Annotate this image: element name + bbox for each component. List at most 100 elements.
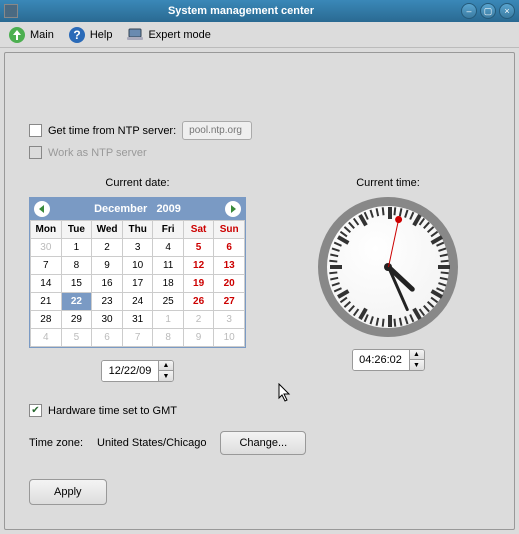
calendar-day[interactable]: 10 [122,257,153,275]
clock-tick [340,297,348,303]
calendar-day[interactable]: 2 [183,311,213,329]
calendar-header: December 2009 [30,198,245,220]
titlebar: System management center – ▢ × [0,0,519,22]
calendar-dow: Thu [122,221,153,239]
expert-mode-button[interactable]: Expert mode [126,26,210,44]
svg-text:?: ? [73,28,80,42]
calendar-day[interactable]: 31 [122,311,153,329]
calendar-day[interactable]: 13 [214,257,245,275]
clock-tick [353,218,359,226]
calendar-day[interactable]: 14 [31,275,62,293]
calendar-day[interactable]: 29 [61,311,92,329]
clock-tick [332,248,340,252]
date-down-button[interactable]: ▼ [159,371,173,381]
clock-tick [427,226,434,233]
clock-tick [404,316,408,324]
calendar-day[interactable]: 15 [61,275,92,293]
date-spinner[interactable]: ▲ ▼ [101,360,174,382]
calendar-day[interactable]: 16 [92,275,123,293]
calendar-day[interactable]: 9 [183,329,213,347]
window-title: System management center [24,5,458,17]
hw-gmt-row: ✔ Hardware time set to GMT [29,404,490,417]
timezone-label: Time zone: [29,437,83,449]
apply-button[interactable]: Apply [29,479,107,505]
clock-tick [329,260,337,263]
main-panel: Get time from NTP server: Work as NTP se… [4,52,515,530]
time-spinner[interactable]: ▲ ▼ [352,349,425,371]
calendar-day[interactable]: 8 [61,257,92,275]
calendar-day[interactable]: 20 [214,275,245,293]
calendar-day[interactable]: 6 [92,329,123,347]
date-input[interactable] [102,361,158,381]
clock-tick [440,254,448,258]
cursor-icon [278,383,294,403]
calendar-day[interactable]: 4 [153,239,183,257]
change-timezone-button[interactable]: Change... [220,431,306,455]
calendar-day[interactable]: 18 [153,275,183,293]
calendar-day[interactable]: 1 [61,239,92,257]
calendar-day[interactable]: 30 [92,311,123,329]
calendar-day[interactable]: 24 [122,293,153,311]
hw-gmt-checkbox[interactable]: ✔ [29,404,42,417]
maximize-button[interactable]: ▢ [480,3,496,19]
ntp-get-checkbox[interactable] [29,124,42,137]
calendar-day[interactable]: 5 [183,239,213,257]
calendar-day[interactable]: 8 [153,329,183,347]
calendar-day[interactable]: 12 [183,257,213,275]
calendar-day[interactable]: 9 [92,257,123,275]
calendar-day[interactable]: 4 [31,329,62,347]
calendar-day[interactable]: 10 [214,329,245,347]
calendar-day[interactable]: 3 [214,311,245,329]
close-button[interactable]: × [499,3,515,19]
clock-tick [353,308,359,316]
timezone-row: Time zone: United States/Chicago Change.… [29,431,490,455]
calendar-day[interactable]: 2 [92,239,123,257]
clock-tick [370,210,374,218]
calendar-day[interactable]: 7 [122,329,153,347]
calendar-day[interactable]: 21 [31,293,62,311]
calendar-day[interactable]: 11 [153,257,183,275]
calendar-day[interactable]: 3 [122,239,153,257]
ntp-server-input[interactable] [182,121,252,140]
time-down-button[interactable]: ▼ [410,360,424,370]
calendar-day[interactable]: 1 [153,311,183,329]
calendar-day[interactable]: 6 [214,239,245,257]
ntp-get-label: Get time from NTP server: [48,125,176,137]
calendar-day[interactable]: 30 [31,239,62,257]
clock-tick [441,271,449,274]
clock-tick [334,287,342,292]
calendar-day[interactable]: 27 [214,293,245,311]
clock-tick [393,319,396,327]
calendar-day[interactable]: 19 [183,275,213,293]
calendar-day[interactable]: 17 [122,275,153,293]
expert-mode-label: Expert mode [148,29,210,41]
help-button[interactable]: ? Help [68,26,113,44]
calendar-dow: Wed [92,221,123,239]
time-column: Current time: ▲ ▼ [286,177,490,382]
prev-month-button[interactable] [34,201,50,217]
hw-gmt-label: Hardware time set to GMT [48,405,177,417]
calendar-day[interactable]: 25 [153,293,183,311]
calendar-dow: Mon [31,221,62,239]
clock-tick [348,305,355,312]
calendar-day[interactable]: 26 [183,293,213,311]
calendar-day[interactable]: 23 [92,293,123,311]
next-month-button[interactable] [225,201,241,217]
time-input[interactable] [353,350,409,370]
time-up-button[interactable]: ▲ [410,350,424,360]
calendar-day[interactable]: 22 [61,293,92,311]
clock-tick [438,282,446,286]
main-button[interactable]: Main [8,26,54,44]
arrow-up-icon [8,26,26,44]
ntp-work-row: Work as NTP server [29,146,490,159]
current-date-header: Current date: [29,177,246,189]
clock-second-hand [388,216,400,267]
clock-tick [376,208,380,216]
minimize-button[interactable]: – [461,3,477,19]
calendar-day[interactable]: 7 [31,257,62,275]
clock-tick [404,210,408,218]
date-up-button[interactable]: ▲ [159,361,173,371]
clock-tick [393,207,396,215]
calendar-day[interactable]: 28 [31,311,62,329]
calendar-day[interactable]: 5 [61,329,92,347]
